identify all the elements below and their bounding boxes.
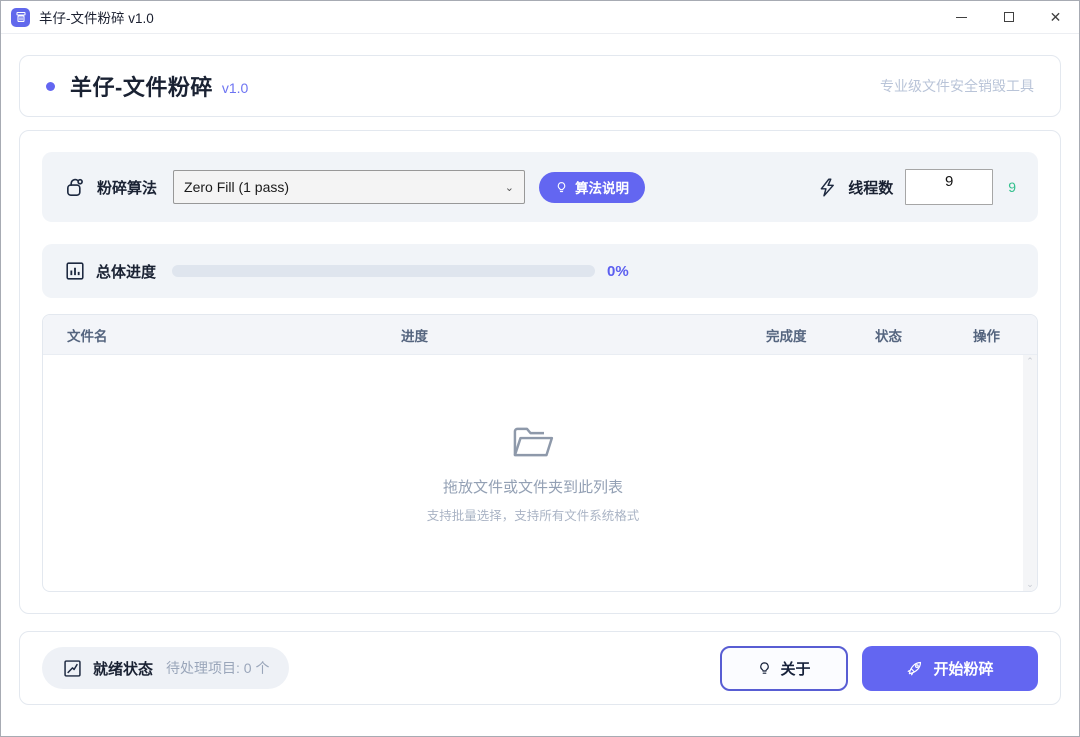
close-icon: ✕ [1050,10,1062,24]
maximize-icon [1004,12,1014,22]
progress-label: 总体进度 [96,261,156,282]
window-controls: ✕ [938,1,1079,33]
status-pill: 就绪状态 待处理项目: 0 个 [42,647,289,689]
start-shred-button[interactable]: 开始粉碎 [862,646,1038,691]
scroll-down-icon[interactable]: ⌄ [1026,580,1034,589]
status-label: 就绪状态 [93,658,153,679]
scroll-up-icon[interactable]: ⌃ [1026,357,1034,366]
close-button[interactable]: ✕ [1032,1,1079,33]
minimize-button[interactable] [938,1,985,33]
bar-chart-icon [64,260,86,282]
column-filename: 文件名 [67,325,401,345]
algorithm-select[interactable]: Zero Fill (1 pass) ⌄ [173,170,525,204]
window-title: 羊仔-文件粉碎 v1.0 [39,7,154,27]
table-scrollbar[interactable]: ⌃ ⌄ [1023,355,1037,591]
lightbulb-icon [757,661,772,676]
title-bar: 羊仔-文件粉碎 v1.0 ✕ [1,1,1079,34]
threads-hint: 9 [1008,179,1016,195]
app-window: 羊仔-文件粉碎 v1.0 ✕ 羊仔-文件粉碎 v1.0 专业级文件安全销毁工具 [0,0,1080,737]
file-table[interactable]: 文件名 进度 完成度 状态 操作 拖放文件或文件夹到此列表 支持批量选择，支持所… [42,314,1038,592]
about-button-label: 关于 [780,658,810,679]
app-logo-icon [11,8,30,27]
maximize-button[interactable] [985,1,1032,33]
chevron-down-icon: ⌄ [505,181,514,194]
main-panel: 粉碎算法 Zero Fill (1 pass) ⌄ 算法说明 线程数 [19,130,1061,614]
about-button[interactable]: 关于 [720,646,848,691]
threads-input[interactable] [905,169,993,205]
column-status: 状态 [875,325,973,345]
rocket-icon [906,659,924,677]
table-header-row: 文件名 进度 完成度 状态 操作 [43,315,1037,355]
app-tagline: 专业级文件安全销毁工具 [880,76,1034,96]
algorithm-label: 粉碎算法 [97,177,157,198]
algorithm-row: 粉碎算法 Zero Fill (1 pass) ⌄ 算法说明 线程数 [42,152,1038,222]
shredder-icon [15,11,27,23]
column-completion: 完成度 [766,325,875,345]
pending-count: 待处理项目: 0 个 [166,658,269,678]
open-folder-icon [510,422,556,462]
column-progress: 进度 [401,325,766,345]
drop-zone[interactable]: 拖放文件或文件夹到此列表 支持批量选择，支持所有文件系统格式 [43,355,1023,591]
start-button-label: 开始粉碎 [933,658,993,679]
page-title: 羊仔-文件粉碎 [70,70,213,102]
minimize-icon [956,17,967,18]
overall-progress-row: 总体进度 0% [42,244,1038,298]
lock-icon [64,176,87,199]
column-action: 操作 [973,325,1013,345]
algorithm-selected-option: Zero Fill (1 pass) [184,179,505,195]
status-chart-icon [62,658,83,679]
lightbulb-icon [555,181,568,194]
page-body: 羊仔-文件粉碎 v1.0 专业级文件安全销毁工具 粉碎算法 Zero Fill … [1,34,1079,736]
version-label: v1.0 [222,80,248,96]
algorithm-info-button[interactable]: 算法说明 [539,172,645,203]
progress-bar [172,265,595,277]
empty-state-subtitle: 支持批量选择，支持所有文件系统格式 [427,505,640,524]
lightning-icon [817,177,838,198]
footer-bar: 就绪状态 待处理项目: 0 个 关于 开始粉碎 [19,631,1061,705]
app-header: 羊仔-文件粉碎 v1.0 专业级文件安全销毁工具 [19,55,1061,117]
threads-label: 线程数 [848,177,893,198]
empty-state-title: 拖放文件或文件夹到此列表 [443,476,623,497]
accent-dot-icon [46,82,55,91]
progress-percent: 0% [607,263,629,280]
algorithm-info-label: 算法说明 [575,177,629,197]
